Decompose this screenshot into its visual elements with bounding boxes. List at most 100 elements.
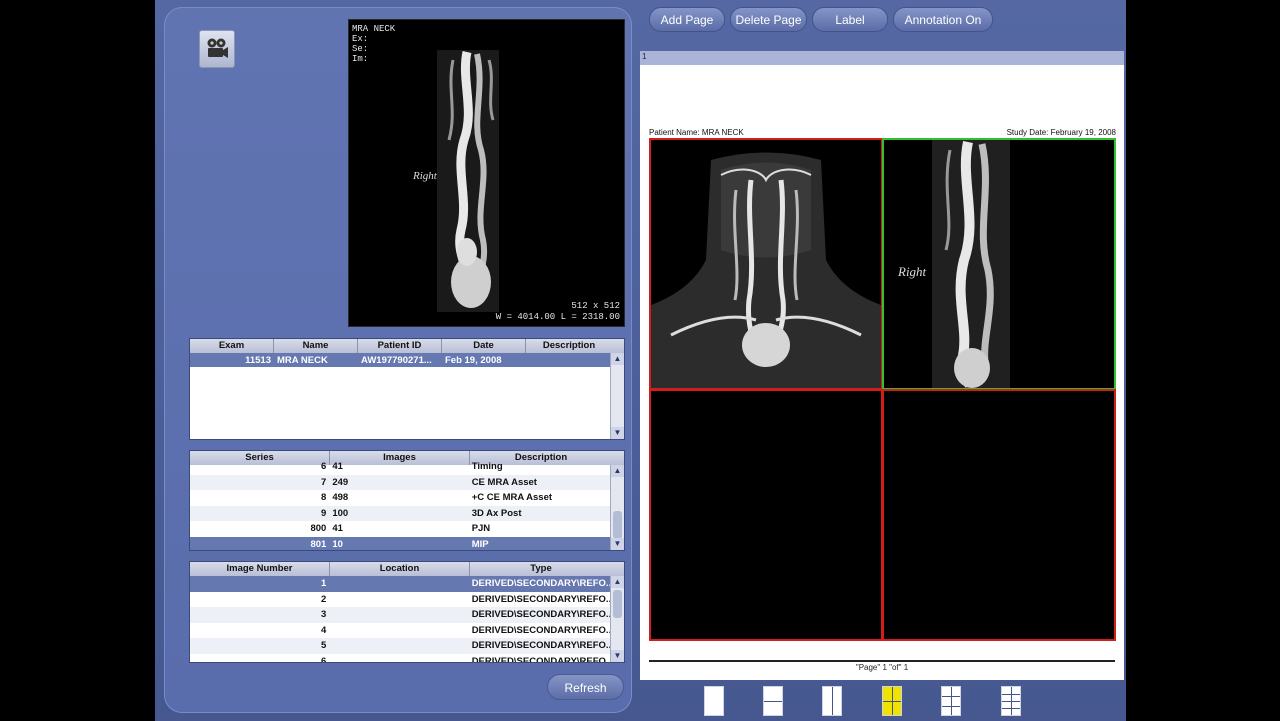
mra-sagittal-image <box>437 50 499 312</box>
overlay-matrix: 512 x 512 <box>571 301 620 311</box>
cell-series: 6 <box>321 461 327 473</box>
cell-images: 41 <box>332 523 343 535</box>
table-row[interactable]: 4 DERIVED\SECONDARY\REFO... <box>190 623 610 639</box>
film-cell-4[interactable] <box>882 389 1116 641</box>
table-row[interactable]: 1 DERIVED\SECONDARY\REFO... <box>190 576 610 592</box>
cell-images: 498 <box>332 492 349 504</box>
preview-overlay-bottom: 512 x 512 W = 4014.00 L = 2318.00 <box>496 301 620 323</box>
cell-series-description: Timing <box>471 461 503 473</box>
cell-type: DERIVED\SECONDARY\REFO... <box>471 624 610 636</box>
scroll-up-arrow-icon[interactable]: ▲ <box>611 576 624 588</box>
cell-series: 8 <box>321 492 327 504</box>
column-header-type[interactable]: Type <box>470 562 612 576</box>
column-header-image-number[interactable]: Image Number <box>190 562 330 576</box>
image-table: Image Number Location Type 1 DERIVED\SEC… <box>189 561 625 663</box>
cell-type: DERIVED\SECONDARY\REFO... <box>471 578 610 590</box>
cell-image-number: 6 <box>321 655 327 662</box>
column-header-exam[interactable]: Exam <box>190 339 274 353</box>
scroll-down-arrow-icon[interactable]: ▼ <box>611 538 624 550</box>
series-table-body: 6 41 Timing 7 249 CE MRA Asset 8 498 +C … <box>190 459 610 550</box>
layout-1x1-icon[interactable] <box>704 686 724 716</box>
cell-series-description: +C CE MRA Asset <box>471 492 553 504</box>
exam-table-body: 11513 MRA NECK AW197790271... Feb 19, 20… <box>190 353 610 439</box>
cell-type: DERIVED\SECONDARY\REFO... <box>471 640 610 652</box>
cell-side-label: Right <box>897 264 927 279</box>
table-row[interactable]: 9 100 3D Ax Post <box>190 505 610 521</box>
cell-images: 100 <box>332 507 349 519</box>
page-number-label: "Page" 1 "of" 1 <box>855 663 909 672</box>
scroll-thumb[interactable] <box>613 590 622 618</box>
film-cell-2[interactable]: Right <box>882 138 1116 390</box>
cell-patient-id: AW197790271... <box>361 354 432 366</box>
cell-series: 9 <box>321 507 327 519</box>
preview-side-label: Right <box>413 170 437 182</box>
exam-table-scrollbar[interactable]: ▲ ▼ <box>610 353 624 439</box>
study-date-label: Study Date: February 19, 2008 <box>1006 128 1116 137</box>
cell-type: DERIVED\SECONDARY\REFO... <box>471 655 610 662</box>
film-camera-button[interactable] <box>199 30 235 68</box>
tab-page-1[interactable]: 1 <box>642 52 646 61</box>
cell-image-number: 2 <box>321 593 327 605</box>
column-header-description[interactable]: Description <box>526 339 612 353</box>
scroll-up-arrow-icon[interactable]: ▲ <box>611 353 624 365</box>
table-row[interactable]: 3 DERIVED\SECONDARY\REFO... <box>190 607 610 623</box>
cell-image-number: 5 <box>321 640 327 652</box>
cell-type: DERIVED\SECONDARY\REFO... <box>471 593 610 605</box>
image-table-scrollbar[interactable]: ▲ ▼ <box>610 576 624 662</box>
column-header-location[interactable]: Location <box>330 562 470 576</box>
scroll-down-arrow-icon[interactable]: ▼ <box>611 650 624 662</box>
image-preview[interactable]: MRA NECK Ex: Se: Im: Right 512 x 512 W =… <box>348 19 625 327</box>
table-row[interactable]: 801 10 MIP <box>190 536 610 550</box>
table-row[interactable]: 800 41 PJN <box>190 521 610 537</box>
table-row[interactable]: 2 DERIVED\SECONDARY\REFO... <box>190 592 610 608</box>
mra-sagittal-image: Right <box>897 140 1010 388</box>
label-button[interactable]: Label <box>812 7 888 32</box>
table-row[interactable]: 11513 MRA NECK AW197790271... Feb 19, 20… <box>190 353 610 367</box>
column-header-date[interactable]: Date <box>442 339 526 353</box>
cell-images: 41 <box>332 461 343 473</box>
overlay-window-level: W = 4014.00 L = 2318.00 <box>495 312 620 322</box>
page-tab-bar: 1 <box>640 51 1124 65</box>
table-row[interactable]: 5 DERIVED\SECONDARY\REFO... <box>190 638 610 654</box>
page-divider <box>649 660 1115 662</box>
layout-2x2-icon[interactable] <box>882 686 902 716</box>
column-header-patient-id[interactable]: Patient ID <box>358 339 442 353</box>
app-window: Add Page Delete Page Label Annotation On… <box>155 0 1126 721</box>
cell-images: 10 <box>332 538 343 550</box>
cell-series-description: 3D Ax Post <box>471 507 522 519</box>
cell-series-description: PJN <box>471 523 491 535</box>
table-row[interactable]: 6 41 Timing <box>190 459 610 475</box>
refresh-button[interactable]: Refresh <box>547 674 624 700</box>
column-header-name[interactable]: Name <box>274 339 358 353</box>
series-table: Series Images Description 6 41 Timing 7 … <box>189 450 625 551</box>
film-cell-3[interactable] <box>649 389 883 641</box>
browser-panel: MRA NECK Ex: Se: Im: Right 512 x 512 W =… <box>164 7 632 713</box>
cell-exam: 11513 <box>245 354 271 366</box>
cell-series: 7 <box>321 476 327 488</box>
add-page-button[interactable]: Add Page <box>649 7 725 32</box>
image-table-header: Image Number Location Type <box>190 562 624 576</box>
delete-page-button[interactable]: Delete Page <box>730 7 807 32</box>
scroll-down-arrow-icon[interactable]: ▼ <box>611 427 624 439</box>
layout-2x4-icon[interactable] <box>1001 686 1021 716</box>
annotation-toggle-button[interactable]: Annotation On <box>893 7 993 32</box>
cell-image-number: 1 <box>321 578 327 590</box>
cell-image-number: 4 <box>321 624 327 636</box>
layout-2x3-icon[interactable] <box>941 686 961 716</box>
table-row[interactable]: 8 498 +C CE MRA Asset <box>190 490 610 506</box>
scroll-up-arrow-icon[interactable]: ▲ <box>611 465 624 477</box>
film-camera-icon <box>207 38 228 58</box>
layout-1-over-1-icon[interactable] <box>763 686 783 716</box>
cell-series-description: CE MRA Asset <box>471 476 537 488</box>
cell-series-description: MIP <box>471 538 489 550</box>
table-row[interactable]: 7 249 CE MRA Asset <box>190 474 610 490</box>
layout-2-columns-icon[interactable] <box>822 686 842 716</box>
cell-date: Feb 19, 2008 <box>445 354 502 366</box>
film-cell-1[interactable] <box>649 138 883 390</box>
table-row[interactable]: 6 DERIVED\SECONDARY\REFO... <box>190 654 610 662</box>
series-table-scrollbar[interactable]: ▲ ▼ <box>610 465 624 550</box>
mra-coronal-image <box>651 152 881 388</box>
cell-series: 800 <box>310 523 327 535</box>
print-page: Patient Name: MRA NECK Study Date: Febru… <box>640 65 1124 680</box>
scroll-thumb[interactable] <box>613 511 622 539</box>
